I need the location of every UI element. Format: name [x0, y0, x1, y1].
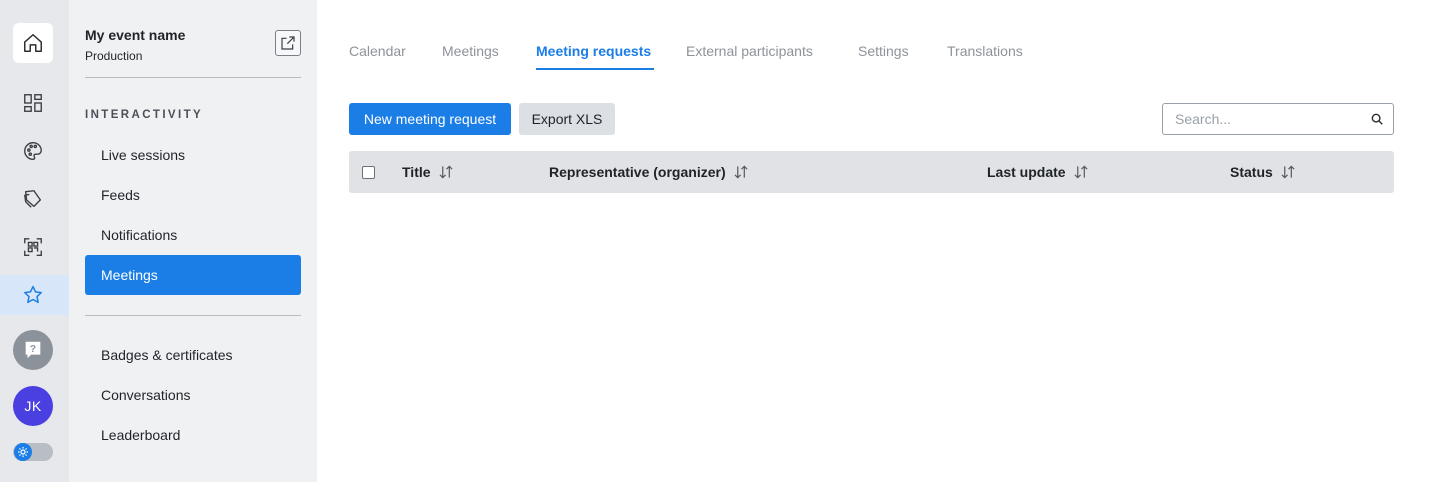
sidebar-item-live-sessions[interactable]: Live sessions — [85, 135, 301, 175]
tab-external-participants[interactable]: External participants — [686, 43, 813, 59]
icon-rail: ? JK — [0, 0, 69, 482]
design-button[interactable] — [13, 131, 53, 171]
column-representative-label: Representative (organizer) — [549, 164, 726, 180]
sidebar-divider — [85, 315, 301, 316]
event-environment: Production — [85, 49, 143, 63]
table-header: Title Representative (organizer) Last up… — [349, 151, 1394, 193]
sort-icon — [1074, 165, 1088, 179]
sidebar-item-conversations[interactable]: Conversations — [85, 375, 301, 415]
star-icon — [24, 285, 42, 304]
tab-translations[interactable]: Translations — [947, 43, 1023, 59]
sidebar-item-meetings[interactable]: Meetings — [85, 255, 301, 295]
tags-icon — [24, 190, 42, 208]
select-all-checkbox[interactable] — [362, 166, 375, 179]
tab-settings[interactable]: Settings — [858, 43, 909, 59]
tab-meetings[interactable]: Meetings — [442, 43, 499, 59]
scan-button[interactable] — [13, 227, 53, 267]
tab-meeting-requests[interactable]: Meeting requests — [536, 43, 651, 59]
search-box — [1162, 103, 1394, 135]
column-status-label: Status — [1230, 164, 1273, 180]
column-title-label: Title — [402, 164, 431, 180]
new-meeting-request-button[interactable]: New meeting request — [349, 103, 511, 135]
svg-text:?: ? — [30, 344, 36, 355]
dashboard-button[interactable] — [13, 83, 53, 123]
event-name: My event name — [85, 27, 186, 43]
column-title[interactable]: Title — [402, 164, 454, 180]
qr-scan-icon — [24, 238, 42, 256]
search-input[interactable] — [1163, 104, 1363, 134]
column-last-update-label: Last update — [987, 164, 1066, 180]
section-title: INTERACTIVITY — [85, 109, 204, 121]
tags-button[interactable] — [13, 179, 53, 219]
sidebar-divider — [85, 77, 301, 78]
sun-icon — [14, 443, 32, 461]
sidebar-item-leaderboard[interactable]: Leaderboard — [85, 415, 301, 455]
tab-calendar[interactable]: Calendar — [349, 43, 406, 59]
open-event-button[interactable] — [275, 30, 301, 56]
help-button[interactable]: ? — [13, 330, 53, 370]
sidebar: My event name Production INTERACTIVITY L… — [69, 0, 317, 482]
search-icon[interactable] — [1370, 112, 1384, 126]
sidebar-item-feeds[interactable]: Feeds — [85, 175, 301, 215]
interactivity-button[interactable] — [13, 275, 53, 315]
sort-icon — [734, 165, 748, 179]
home-icon — [24, 34, 42, 52]
external-link-icon — [281, 36, 295, 50]
dashboard-icon — [24, 94, 42, 112]
avatar[interactable]: JK — [13, 386, 53, 426]
sidebar-item-badges-certificates[interactable]: Badges & certificates — [85, 335, 301, 375]
palette-icon — [24, 142, 42, 160]
active-tab-indicator — [536, 68, 654, 70]
sort-icon — [439, 165, 453, 179]
home-button[interactable] — [13, 23, 53, 63]
column-last-update[interactable]: Last update — [987, 164, 1089, 180]
column-representative[interactable]: Representative (organizer) — [549, 164, 749, 180]
export-xls-button[interactable]: Export XLS — [519, 103, 615, 135]
column-status[interactable]: Status — [1230, 164, 1296, 180]
theme-toggle[interactable] — [13, 443, 53, 461]
sort-icon — [1281, 165, 1295, 179]
sidebar-item-notifications[interactable]: Notifications — [85, 215, 301, 255]
help-icon: ? — [25, 341, 41, 359]
